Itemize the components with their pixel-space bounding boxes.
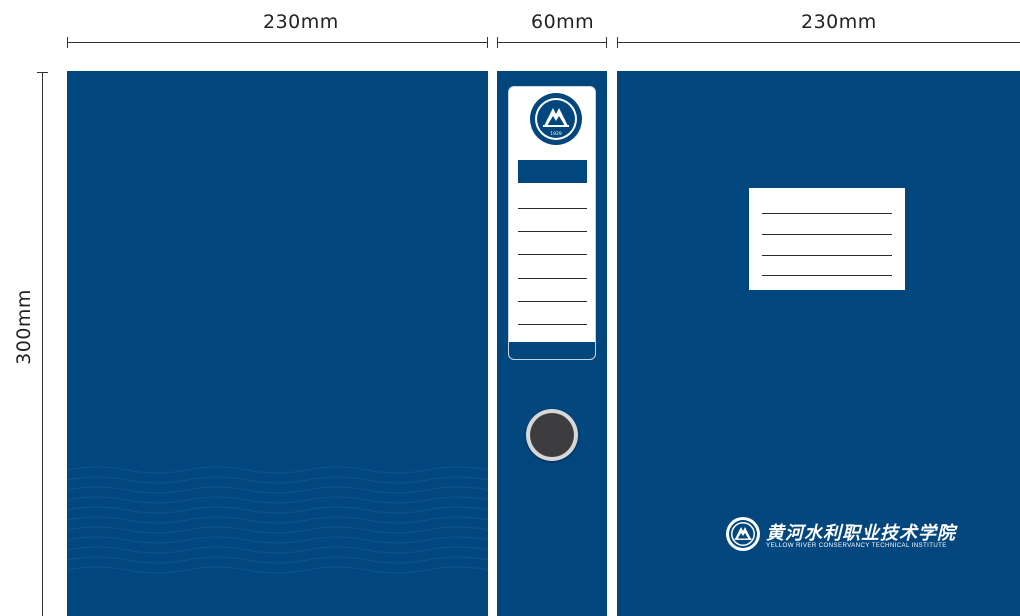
finger-ring-hole [530,413,574,457]
spine-emblem-icon: 1929 [530,93,582,145]
dimension-label-left-panel: 230mm [263,11,339,33]
dimension-label-spine: 60mm [531,11,595,33]
wave-pattern [67,466,488,574]
dimension-label-right-panel: 230mm [801,11,877,33]
institute-emblem-icon [726,517,760,551]
spine-emblem-year: 1929 [550,131,562,137]
dimension-label-height: 300mm [12,289,35,365]
spine-title-bar [518,160,587,183]
spine-bottom-bar [509,342,595,359]
institute-english-name: YELLOW RIVER CONSERVANCY TECHNICAL INSTI… [766,542,947,549]
